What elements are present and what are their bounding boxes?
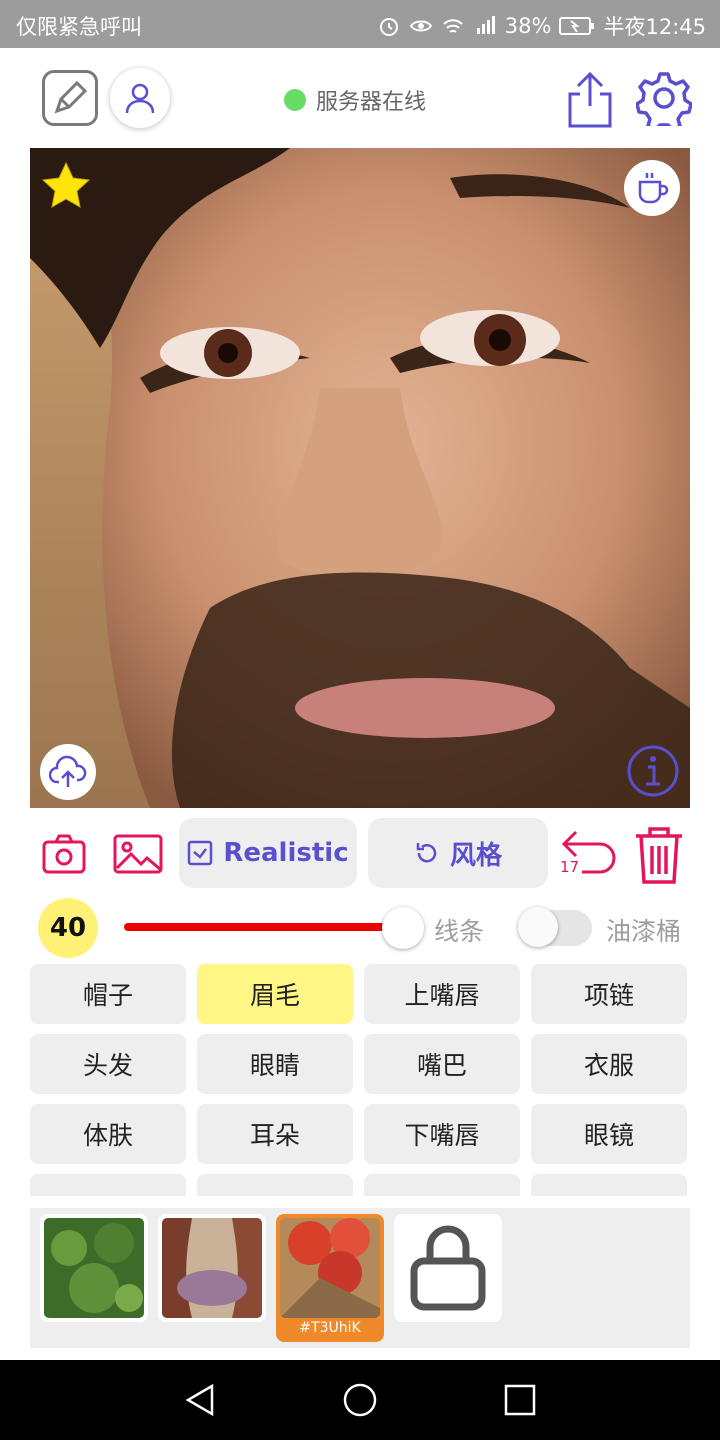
style-label: 风格 <box>449 840 502 871</box>
app-header: 服务器在线 <box>0 48 720 148</box>
style-button[interactable]: 风格 <box>368 818 548 888</box>
part-label: 体肤 <box>82 1121 133 1150</box>
face-parts-grid: 帽子 眉毛 上嘴唇 项链 头发 眼睛 嘴巴 衣服 体肤 耳朵 下嘴唇 眼镜 <box>30 964 690 1196</box>
upload-button[interactable] <box>40 744 96 800</box>
part-label: 帽子 <box>82 981 133 1010</box>
part-button[interactable]: 帽子 <box>30 964 186 1024</box>
part-label: 上嘴唇 <box>404 981 480 1010</box>
carrier-text: 仅限紧急呼叫 <box>16 15 142 39</box>
part-button[interactable]: 耳朵 <box>197 1104 353 1164</box>
style-thumbnail[interactable] <box>158 1214 266 1322</box>
part-label: 下嘴唇 <box>404 1121 480 1150</box>
edit-toolbar: Realistic 风格 17 <box>0 816 720 892</box>
recent-apps-icon[interactable] <box>502 1382 538 1418</box>
part-button[interactable] <box>364 1174 520 1196</box>
camera-icon[interactable] <box>40 830 88 878</box>
part-label: 头发 <box>82 1051 133 1080</box>
brush-size-thumb[interactable] <box>382 907 424 949</box>
style-thumbnail-active[interactable]: #T3UhiK <box>276 1214 384 1342</box>
image-icon[interactable] <box>112 830 164 878</box>
clock-text: 半夜12:45 <box>603 15 706 39</box>
style-thumbnail-image <box>162 1218 262 1318</box>
part-button[interactable]: 体肤 <box>30 1104 186 1164</box>
battery-icon <box>559 17 595 35</box>
brush-controls: 40 线条 油漆桶 <box>0 896 720 960</box>
cloud-upload-icon <box>49 755 87 787</box>
edit-icon <box>54 80 88 114</box>
part-label: 耳朵 <box>249 1121 300 1150</box>
part-label: 嘴巴 <box>416 1051 467 1080</box>
checkbox-icon <box>188 840 213 866</box>
part-button[interactable] <box>30 1174 186 1196</box>
trash-icon[interactable] <box>632 824 686 886</box>
part-button[interactable]: 嘴巴 <box>364 1034 520 1094</box>
signal-icon <box>476 16 495 34</box>
status-bar: 仅限紧急呼叫 38% 半夜12:45 <box>0 0 720 48</box>
part-button[interactable]: 眼睛 <box>197 1034 353 1094</box>
wifi-icon <box>443 19 463 33</box>
status-icons: 38% 半夜12:45 <box>377 11 706 41</box>
server-status-label: 服务器在线 <box>316 90 427 115</box>
part-button[interactable]: 头发 <box>30 1034 186 1094</box>
part-button[interactable]: 眼镜 <box>531 1104 687 1164</box>
share-icon[interactable] <box>566 70 614 130</box>
lock-icon <box>410 1225 486 1311</box>
bucket-label: 油漆桶 <box>606 917 682 946</box>
brush-size-badge: 40 <box>38 898 98 958</box>
part-button[interactable]: 项链 <box>531 964 687 1024</box>
back-icon[interactable] <box>182 1382 218 1418</box>
star-icon[interactable] <box>40 160 92 212</box>
alarm-icon <box>379 18 398 36</box>
photo-canvas[interactable] <box>30 148 690 808</box>
system-nav-bar <box>0 1360 720 1440</box>
part-button[interactable] <box>531 1174 687 1196</box>
face-photo <box>30 148 690 808</box>
part-label: 眼睛 <box>249 1051 300 1080</box>
info-icon[interactable] <box>626 744 680 798</box>
server-status: 服务器在线 <box>284 84 426 116</box>
coffee-button[interactable] <box>624 160 680 216</box>
part-label: 衣服 <box>583 1051 634 1080</box>
home-icon[interactable] <box>342 1382 378 1418</box>
part-label: 项链 <box>583 981 634 1010</box>
style-thumbnail-strip: #T3UhiK <box>30 1208 690 1348</box>
part-button[interactable] <box>197 1174 353 1196</box>
server-status-dot <box>284 89 306 111</box>
profile-button[interactable] <box>110 68 170 128</box>
part-label: 眉毛 <box>249 981 300 1010</box>
realistic-mode-label: Realistic <box>223 838 349 868</box>
style-thumbnail-image <box>280 1218 380 1318</box>
part-label: 眼镜 <box>583 1121 634 1150</box>
part-button[interactable]: 衣服 <box>531 1034 687 1094</box>
style-thumbnail-label: #T3UhiK <box>299 1320 361 1336</box>
coffee-icon <box>638 173 669 204</box>
part-button[interactable]: 眉毛 <box>197 964 353 1024</box>
part-button[interactable]: 上嘴唇 <box>364 964 520 1024</box>
refresh-icon <box>416 843 437 863</box>
part-button[interactable]: 下嘴唇 <box>364 1104 520 1164</box>
locked-style-slot[interactable] <box>394 1214 502 1322</box>
brush-size-track[interactable] <box>124 923 404 931</box>
eye-icon <box>409 20 432 32</box>
style-thumbnail[interactable] <box>40 1214 148 1322</box>
undo-count: 17 <box>560 858 580 876</box>
gear-icon[interactable] <box>636 70 692 126</box>
realistic-mode-button[interactable]: Realistic <box>179 818 357 888</box>
style-thumbnail-image <box>44 1218 144 1318</box>
bucket-toggle-thumb[interactable] <box>518 907 558 947</box>
edit-button[interactable] <box>42 70 98 126</box>
battery-percent: 38% <box>504 14 552 38</box>
line-mode-label: 线条 <box>434 917 485 946</box>
user-icon <box>125 83 155 114</box>
